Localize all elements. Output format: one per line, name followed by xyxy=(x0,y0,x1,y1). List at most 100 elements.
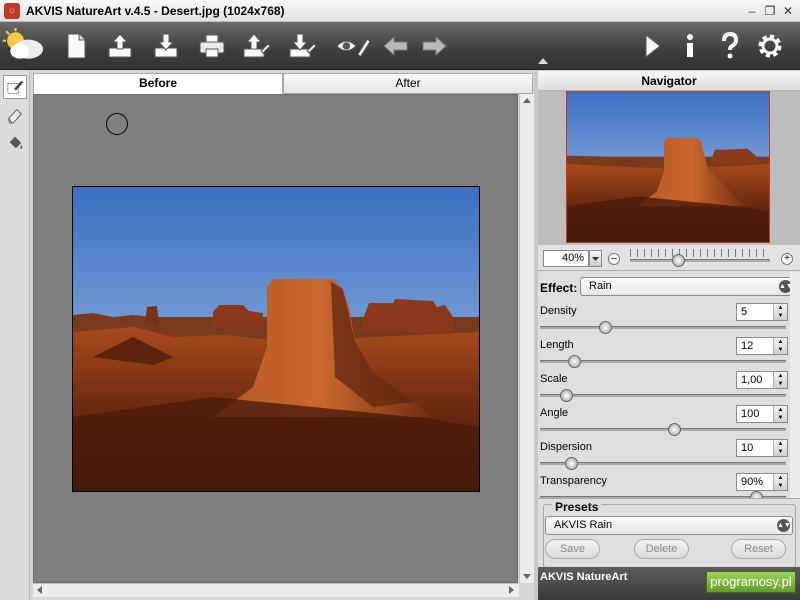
print-icon[interactable] xyxy=(196,30,228,62)
param-label: Angle xyxy=(540,407,569,419)
spin-arrows-icon[interactable]: ▲ ▼ xyxy=(773,474,787,490)
view-tabs: Before After xyxy=(33,73,533,94)
param-value: 12 xyxy=(741,340,754,352)
parameters-scrollbar[interactable] xyxy=(790,272,800,498)
scroll-right-icon[interactable] xyxy=(509,586,514,594)
param-angle: Angle 100 ▲ ▼ xyxy=(538,404,800,438)
desert-photo[interactable] xyxy=(72,186,480,492)
param-value-field[interactable]: 100 ▲ ▼ xyxy=(736,405,788,423)
presets-title: Presets xyxy=(552,500,602,514)
export-preset-icon[interactable] xyxy=(286,30,318,62)
minimize-icon[interactable]: – xyxy=(744,3,760,19)
tab-after[interactable]: After xyxy=(283,73,533,94)
param-slider-thumb[interactable] xyxy=(598,321,612,334)
param-label: Scale xyxy=(540,373,568,385)
param-transparency: Transparency 90% ▲ ▼ xyxy=(538,472,800,498)
run-icon[interactable] xyxy=(636,30,668,62)
param-value: 90% xyxy=(741,476,764,488)
info-icon[interactable] xyxy=(674,30,706,62)
help-icon[interactable] xyxy=(714,30,746,62)
horizontal-scrollbar[interactable] xyxy=(33,583,519,597)
param-slider-track[interactable] xyxy=(540,428,786,431)
spin-arrows-icon[interactable]: ▲ ▼ xyxy=(773,304,787,320)
undo-icon[interactable] xyxy=(380,30,412,62)
effect-label: Effect: xyxy=(540,281,578,295)
zoom-field[interactable]: 40% xyxy=(543,250,589,267)
param-slider-thumb[interactable] xyxy=(560,389,574,402)
param-density: Density 5 ▲ ▼ xyxy=(538,302,800,336)
param-value-field[interactable]: 90% ▲ ▼ xyxy=(736,473,788,491)
zoom-in-icon[interactable]: + xyxy=(781,253,793,265)
param-value: 10 xyxy=(741,442,754,454)
effect-selected: Rain xyxy=(589,280,612,292)
preset-select[interactable]: AKVIS Rain ▲▼ xyxy=(545,516,793,535)
tab-before[interactable]: Before xyxy=(33,73,283,94)
restore-icon[interactable]: ❐ xyxy=(762,3,778,19)
hide-show-icon[interactable] xyxy=(334,30,374,62)
param-label: Transparency xyxy=(540,475,607,487)
param-label: Density xyxy=(540,305,577,317)
param-scale: Scale 1,00 ▲ ▼ xyxy=(538,370,800,404)
effect-select[interactable]: Rain ▲▼ xyxy=(580,277,795,296)
new-file-icon[interactable] xyxy=(60,30,92,62)
app-logo-icon[interactable] xyxy=(2,28,46,64)
presets-panel: Presets AKVIS Rain ▲▼ Save Delete Reset xyxy=(538,498,800,572)
eraser-icon[interactable] xyxy=(3,103,27,127)
scroll-left-icon[interactable] xyxy=(37,586,42,594)
app-icon: ☼ xyxy=(4,3,20,19)
save-file-icon[interactable] xyxy=(150,30,182,62)
param-value: 1,00 xyxy=(741,374,763,386)
zoom-controls: 40% – + xyxy=(538,245,800,271)
collapse-panel-icon[interactable] xyxy=(538,58,548,64)
reset-preset-button[interactable]: Reset xyxy=(731,539,786,559)
spin-arrows-icon[interactable]: ▲ ▼ xyxy=(773,406,787,422)
spin-arrows-icon[interactable]: ▲ ▼ xyxy=(773,440,787,456)
title-bar: ☼ AKVIS NatureArt v.4.5 - Desert.jpg (10… xyxy=(0,0,800,22)
preset-selected: AKVIS Rain xyxy=(554,519,613,531)
redo-icon[interactable] xyxy=(418,30,450,62)
param-slider-track[interactable] xyxy=(540,394,786,397)
delete-preset-button[interactable]: Delete xyxy=(634,539,689,559)
param-value-field[interactable]: 12 ▲ ▼ xyxy=(736,337,788,355)
image-canvas[interactable] xyxy=(33,94,518,583)
param-value-field[interactable]: 1,00 ▲ ▼ xyxy=(736,371,788,389)
param-label: Length xyxy=(540,339,574,351)
vertical-scrollbar[interactable] xyxy=(519,94,534,583)
param-slider-thumb[interactable] xyxy=(567,355,581,368)
brush-cursor xyxy=(106,113,128,135)
param-value-field[interactable]: 5 ▲ ▼ xyxy=(736,303,788,321)
param-slider-thumb[interactable] xyxy=(668,423,682,436)
zoom-slider-thumb[interactable] xyxy=(671,254,685,267)
window-title: AKVIS NatureArt v.4.5 - Desert.jpg (1024… xyxy=(26,4,285,18)
param-slider-thumb[interactable] xyxy=(750,491,763,498)
spin-arrows-icon[interactable]: ▲ ▼ xyxy=(773,372,787,388)
main-toolbar xyxy=(0,22,800,70)
param-value-field[interactable]: 10 ▲ ▼ xyxy=(736,439,788,457)
close-icon[interactable]: ✕ xyxy=(780,3,796,19)
param-label: Dispersion xyxy=(540,441,592,453)
fill-bucket-icon[interactable] xyxy=(3,131,27,155)
spin-arrows-icon[interactable]: ▲ ▼ xyxy=(773,338,787,354)
zoom-ticks xyxy=(630,249,770,257)
watermark-logo: programosy.pl xyxy=(706,571,796,593)
param-dispersion: Dispersion 10 ▲ ▼ xyxy=(538,438,800,472)
param-slider-track[interactable] xyxy=(540,326,786,329)
navigator-preview[interactable] xyxy=(566,91,770,243)
settings-icon[interactable] xyxy=(754,30,786,62)
param-value: 100 xyxy=(741,408,760,420)
zoom-slider-track[interactable] xyxy=(630,259,770,262)
scroll-up-icon[interactable] xyxy=(523,98,531,103)
open-file-icon[interactable] xyxy=(104,30,136,62)
selection-brush-icon[interactable] xyxy=(3,75,27,99)
zoom-out-icon[interactable]: – xyxy=(608,253,620,265)
scroll-down-icon[interactable] xyxy=(523,574,531,579)
effect-parameters: Effect: Rain ▲▼ Density 5 ▲ ▼ Length 12 ▲ ▼ Scal… xyxy=(538,272,800,498)
save-preset-button[interactable]: Save xyxy=(545,539,600,559)
status-text: AKVIS NatureArt xyxy=(540,571,628,583)
navigator-title: Navigator xyxy=(538,71,800,91)
import-preset-icon[interactable] xyxy=(240,30,272,62)
settings-panel: Navigator 40% – + Effect: Rain ▲▼ Densit… xyxy=(538,71,800,600)
zoom-dropdown-icon[interactable] xyxy=(589,250,602,267)
param-slider-thumb[interactable] xyxy=(565,457,579,470)
dropdown-icon[interactable]: ▲▼ xyxy=(777,519,791,532)
